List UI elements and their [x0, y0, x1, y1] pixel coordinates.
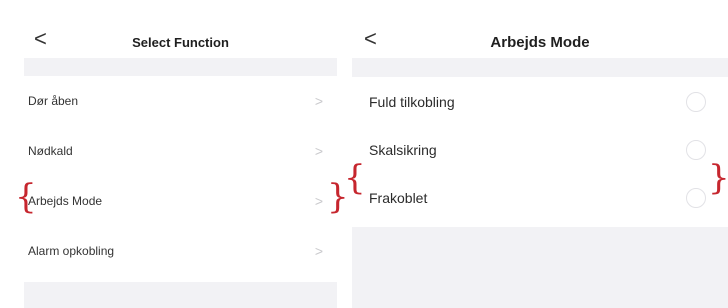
annotation-brace-right: }: [708, 158, 728, 198]
header: < Arbejds Mode: [352, 0, 728, 58]
option-label: Fuld tilkobling: [369, 94, 455, 110]
chevron-right-icon: >: [314, 243, 323, 259]
option-frakoblet[interactable]: Frakoblet: [352, 173, 728, 223]
arbejds-mode-screen: < Arbejds Mode Fuld tilkobling Skalsikri…: [352, 0, 728, 308]
radio-button[interactable]: [686, 188, 706, 208]
section-spacer: [24, 58, 337, 76]
chevron-right-icon: >: [314, 193, 323, 209]
option-label: Skalsikring: [369, 142, 437, 158]
chevron-right-icon: >: [314, 143, 323, 159]
section-spacer: [352, 58, 728, 77]
list-item-arbejds-mode[interactable]: Arbejds Mode >: [24, 176, 337, 226]
bottom-spacer: [352, 227, 728, 308]
select-function-screen: < Select Function Dør åben > Nødkald > A…: [24, 0, 337, 308]
option-skalsikring[interactable]: Skalsikring: [352, 125, 728, 175]
function-list: Dør åben > Nødkald > Arbejds Mode > Alar…: [24, 76, 337, 282]
option-label: Frakoblet: [369, 190, 428, 206]
chevron-right-icon: >: [314, 93, 323, 109]
radio-button[interactable]: [686, 92, 706, 112]
radio-button[interactable]: [686, 140, 706, 160]
bottom-spacer: [24, 282, 337, 308]
header: < Select Function: [24, 0, 337, 58]
page-title: Arbejds Mode: [490, 34, 590, 51]
list-item-alarm-opkobling[interactable]: Alarm opkobling >: [24, 226, 337, 276]
mode-option-list: Fuld tilkobling Skalsikring Frakoblet: [352, 77, 728, 227]
list-item-label: Alarm opkobling: [28, 244, 115, 258]
option-fuld-tilkobling[interactable]: Fuld tilkobling: [352, 77, 728, 127]
list-item-label: Nødkald: [28, 144, 73, 158]
list-item-nodkald[interactable]: Nødkald >: [24, 126, 337, 176]
list-item-label: Arbejds Mode: [28, 194, 103, 208]
page-title: Select Function: [132, 35, 229, 50]
list-item-label: Dør åben: [28, 94, 79, 108]
annotation-brace-left: {: [344, 158, 366, 198]
list-item-dor-aben[interactable]: Dør åben >: [24, 76, 337, 126]
annotation-brace-left: {: [15, 177, 37, 217]
